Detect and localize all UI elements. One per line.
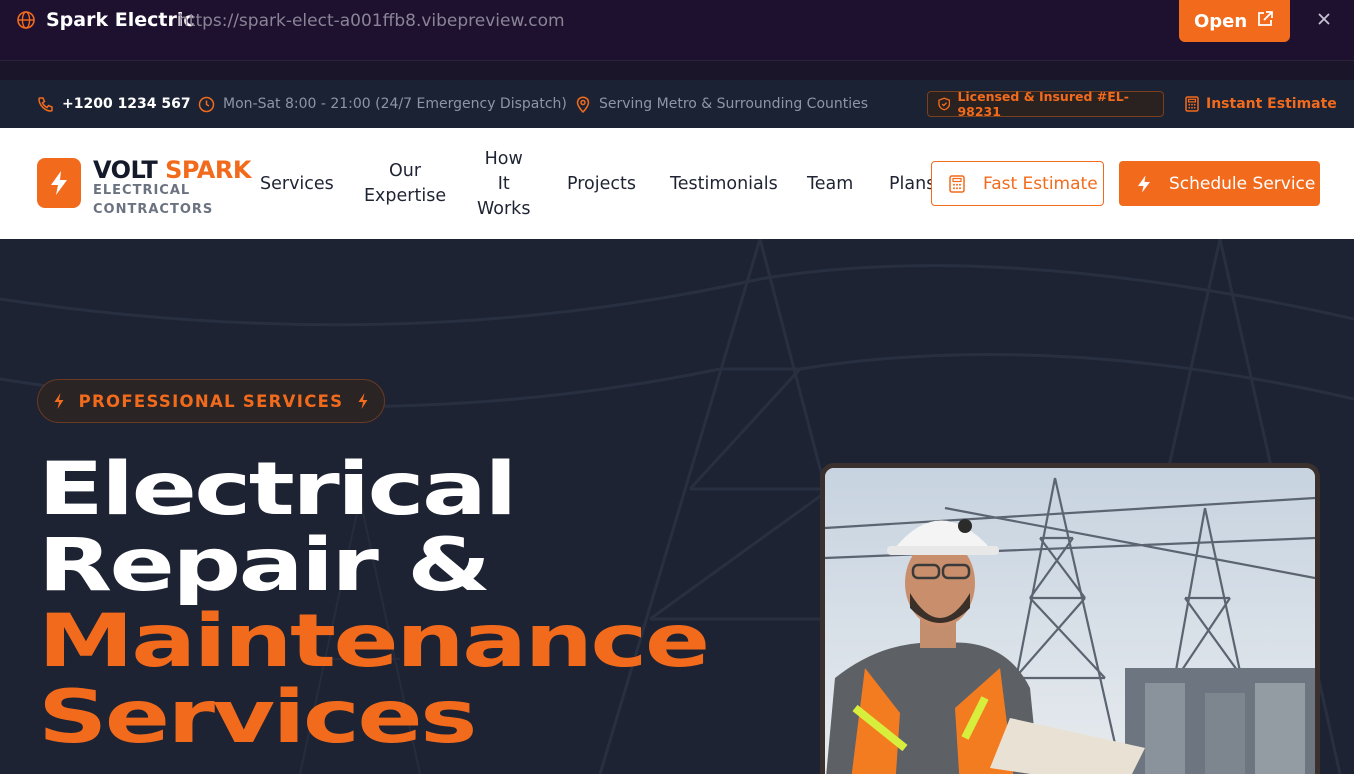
nav-how-line2: It <box>497 174 510 194</box>
serving-text: Serving Metro & Surrounding Counties <box>599 96 869 112</box>
lightning-bolt-icon <box>358 393 368 409</box>
nav-our-expertise-line2: Expertise <box>364 186 447 206</box>
nav-services[interactable]: Services <box>260 172 334 197</box>
hours-text: Mon-Sat 8:00 - 21:00 (24/7 Emergency Dis… <box>223 96 567 112</box>
hero-section: PROFESSIONAL SERVICES Electrical Repair … <box>0 239 1354 774</box>
phone-icon <box>38 96 53 112</box>
nav-testimonials[interactable]: Testimonials <box>670 172 778 197</box>
fast-estimate-button[interactable]: Fast Estimate <box>931 161 1104 206</box>
map-pin-icon <box>576 95 590 113</box>
schedule-service-button[interactable]: Schedule Service <box>1119 161 1320 206</box>
brand-name-volt: VOLT <box>93 156 158 184</box>
phone-number: +1200 1234 567 <box>62 96 191 112</box>
brand-tagline-line2: CONTRACTORS <box>93 202 214 217</box>
nav-how-it-works[interactable]: How It Works <box>477 147 530 222</box>
service-area: Serving Metro & Surrounding Counties <box>575 80 868 128</box>
nav-projects[interactable]: Projects <box>567 172 636 197</box>
nav-team[interactable]: Team <box>807 172 853 197</box>
headline-line-4: Services <box>38 675 477 760</box>
fast-estimate-label: Fast Estimate <box>983 173 1098 194</box>
nav-how-line3: Works <box>477 199 531 219</box>
globe-icon <box>17 11 35 29</box>
calculator-icon <box>1185 96 1199 112</box>
nav-our-expertise[interactable]: Our Expertise <box>364 159 446 209</box>
hero-headline: Electrical Repair & Maintenance Services <box>38 447 710 760</box>
main-navigation: VOLT SPARK ELECTRICAL CONTRACTORS Servic… <box>0 128 1354 239</box>
electrician-at-substation-image <box>825 468 1315 774</box>
brand-name[interactable]: VOLT SPARK <box>93 156 251 184</box>
business-hours: Mon-Sat 8:00 - 21:00 (24/7 Emergency Dis… <box>198 80 567 128</box>
instant-estimate-label: Instant Estimate <box>1206 96 1337 112</box>
open-button[interactable]: Open <box>1179 0 1290 42</box>
brand-name-spark: SPARK <box>165 156 251 184</box>
preview-url[interactable]: https://spark-elect-a001ffb8.vibepreview… <box>178 11 565 31</box>
schedule-service-label: Schedule Service <box>1169 173 1316 194</box>
licensed-text: Licensed & Insured #EL-98231 <box>957 89 1129 119</box>
brand-tagline: ELECTRICAL CONTRACTORS <box>93 181 213 219</box>
badge-label: PROFESSIONAL SERVICES <box>78 391 344 411</box>
lightning-bolt-icon <box>1138 175 1150 192</box>
nav-plans[interactable]: Plans <box>889 172 931 197</box>
licensed-badge: Licensed & Insured #EL-98231 <box>927 89 1164 119</box>
headline-line-3: Maintenance <box>38 599 710 684</box>
nav-how-line1: How <box>484 149 523 169</box>
phone-contact[interactable]: +1200 1234 567 <box>37 80 191 128</box>
headline-line-2: Repair & <box>38 523 491 608</box>
nav-our-expertise-line1: Our <box>389 161 422 181</box>
close-icon[interactable] <box>1314 9 1334 29</box>
electrician-photo <box>820 463 1320 774</box>
preview-site-name: Spark Electric <box>46 9 195 31</box>
clock-icon <box>198 96 215 112</box>
external-link-icon <box>1258 11 1273 26</box>
preview-bar: Spark Electric https://spark-elect-a001f… <box>0 0 1354 60</box>
professional-services-badge: PROFESSIONAL SERVICES <box>37 379 385 423</box>
lightning-bolt-icon <box>54 393 64 409</box>
lightning-bolt-icon <box>51 171 67 195</box>
headline-line-1: Electrical <box>38 447 517 532</box>
open-button-label: Open <box>1194 10 1248 32</box>
brand-tagline-line1: ELECTRICAL <box>93 183 191 198</box>
preview-divider <box>0 60 1354 80</box>
calculator-icon <box>949 174 965 193</box>
shield-icon <box>938 97 951 111</box>
instant-estimate-link[interactable]: Instant Estimate <box>1185 80 1337 128</box>
logo-mark[interactable] <box>37 158 81 208</box>
